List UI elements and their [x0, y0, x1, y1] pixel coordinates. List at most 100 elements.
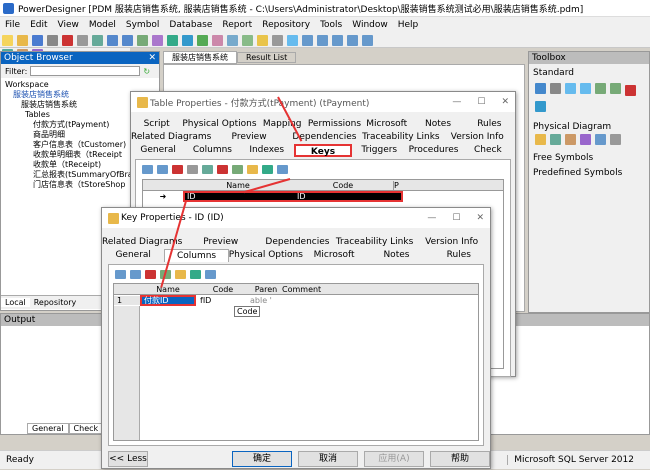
- tab-rules[interactable]: Rules: [464, 118, 515, 131]
- find-icon[interactable]: [137, 34, 148, 46]
- column-row[interactable]: 1 付款ID fID able ': [114, 295, 478, 306]
- add-row-icon[interactable]: [142, 164, 153, 174]
- new-icon[interactable]: [2, 34, 13, 46]
- cut-icon[interactable]: [172, 164, 183, 174]
- tab-version-info[interactable]: Version Info: [413, 236, 490, 249]
- tab-repository[interactable]: Repository: [30, 298, 81, 307]
- hand-icon[interactable]: [550, 82, 561, 94]
- tab-related-diagrams[interactable]: Related Diagrams: [102, 236, 182, 249]
- excel-icon[interactable]: [262, 164, 273, 174]
- copy-icon[interactable]: [77, 34, 88, 46]
- maximize-icon[interactable]: ☐: [477, 97, 485, 107]
- tab-mapping[interactable]: Mapping: [257, 118, 308, 131]
- tab-columns[interactable]: Columns: [185, 144, 239, 157]
- paste-icon[interactable]: [92, 34, 103, 46]
- tab-physical-options[interactable]: Physical Options: [182, 118, 256, 131]
- reference-icon[interactable]: [565, 134, 576, 145]
- header-code[interactable]: Code: [196, 285, 250, 294]
- menu-tools[interactable]: Tools: [315, 20, 347, 30]
- key-code-cell[interactable]: ID: [295, 192, 395, 201]
- toolbox-predefined[interactable]: Predefined Symbols: [529, 165, 649, 180]
- menu-edit[interactable]: Edit: [25, 20, 52, 30]
- excel-icon[interactable]: [190, 269, 201, 279]
- procedure-icon[interactable]: [580, 134, 591, 145]
- tab-diagram[interactable]: 服装店销售系统: [163, 51, 237, 64]
- customize-icon[interactable]: [205, 269, 216, 279]
- column-name-cell[interactable]: 付款ID: [140, 295, 196, 306]
- tab-notes[interactable]: Notes: [365, 249, 427, 262]
- tab-related-diagrams[interactable]: Related Diagrams: [131, 131, 211, 144]
- properties-icon[interactable]: [152, 34, 163, 46]
- tab-preview[interactable]: Preview: [182, 236, 259, 249]
- pointer-icon[interactable]: [535, 82, 546, 94]
- tab-columns[interactable]: Columns: [164, 249, 229, 262]
- tab-permissions[interactable]: Permissions: [308, 118, 361, 131]
- delete-icon[interactable]: [625, 85, 636, 96]
- menu-repository[interactable]: Repository: [257, 20, 315, 30]
- ok-button[interactable]: 确定: [232, 451, 292, 467]
- tab-general[interactable]: General: [131, 144, 185, 157]
- find-icon[interactable]: [232, 164, 243, 174]
- keys-row[interactable]: ➜ ID ID: [143, 191, 503, 202]
- add-column-icon[interactable]: [115, 269, 126, 279]
- package-icon[interactable]: [595, 134, 606, 145]
- header-parent[interactable]: Paren: [250, 285, 282, 294]
- minimize-icon[interactable]: —: [452, 97, 461, 107]
- redo-icon[interactable]: [122, 34, 133, 46]
- undo-icon[interactable]: [107, 34, 118, 46]
- distribute-icon[interactable]: [332, 34, 343, 46]
- zoom-out-icon[interactable]: [580, 82, 591, 94]
- repo-icon[interactable]: [227, 34, 238, 46]
- help-button[interactable]: 帮助: [430, 451, 490, 467]
- print-icon[interactable]: [47, 34, 58, 46]
- menu-view[interactable]: View: [53, 20, 84, 30]
- paste-icon[interactable]: [202, 164, 213, 174]
- group-icon[interactable]: [362, 34, 373, 46]
- filter-icon[interactable]: [175, 269, 186, 279]
- tab-rules[interactable]: Rules: [428, 249, 490, 262]
- tab-general[interactable]: General: [102, 249, 164, 262]
- delete-icon[interactable]: [217, 164, 228, 174]
- customize-icon[interactable]: [277, 164, 288, 174]
- tab-keys[interactable]: Keys: [293, 144, 353, 157]
- table-icon[interactable]: [535, 134, 546, 145]
- toolbox-free[interactable]: Free Symbols: [529, 145, 649, 165]
- column-parent-cell[interactable]: able ': [250, 296, 282, 305]
- align-icon[interactable]: [317, 34, 328, 46]
- tab-result-list[interactable]: Result List: [237, 52, 297, 63]
- tab-notes[interactable]: Notes: [412, 118, 463, 131]
- key-name-cell[interactable]: ID: [185, 192, 295, 201]
- header-p[interactable]: P: [393, 180, 403, 190]
- tool-icon[interactable]: [242, 34, 253, 46]
- menu-file[interactable]: File: [0, 20, 25, 30]
- header-comment[interactable]: Comment: [282, 285, 321, 294]
- generate-icon[interactable]: [167, 34, 178, 46]
- tab-traceability[interactable]: Traceability Links: [362, 131, 439, 144]
- tab-indexes[interactable]: Indexes: [240, 144, 294, 157]
- zoom-in-icon[interactable]: [565, 82, 576, 94]
- close-icon[interactable]: ✕: [501, 97, 509, 107]
- menu-window[interactable]: Window: [347, 20, 393, 30]
- close-icon[interactable]: ✕: [148, 53, 156, 63]
- tab-physical-options[interactable]: Physical Options: [229, 249, 303, 262]
- layout-icon[interactable]: [302, 34, 313, 46]
- menu-model[interactable]: Model: [84, 20, 121, 30]
- less-button[interactable]: << Less: [108, 451, 148, 467]
- menu-symbol[interactable]: Symbol: [121, 20, 165, 30]
- menu-database[interactable]: Database: [164, 20, 217, 30]
- filter-icon[interactable]: [247, 164, 258, 174]
- tab-microsoft[interactable]: Microsoft: [361, 118, 412, 131]
- pen-icon[interactable]: [257, 34, 268, 46]
- menu-report[interactable]: Report: [217, 20, 257, 30]
- key-row-cells[interactable]: ID ID: [183, 191, 403, 202]
- menu-help[interactable]: Help: [393, 20, 424, 30]
- cancel-button[interactable]: 取消: [298, 451, 358, 467]
- tab-script[interactable]: Script: [131, 118, 182, 131]
- header-code[interactable]: Code: [293, 181, 393, 190]
- grid-icon[interactable]: [272, 34, 283, 46]
- order-icon[interactable]: [347, 34, 358, 46]
- tab-triggers[interactable]: Triggers: [352, 144, 406, 157]
- properties-icon[interactable]: [610, 82, 621, 94]
- file-icon[interactable]: [610, 134, 621, 145]
- tab-local[interactable]: Local: [1, 298, 30, 307]
